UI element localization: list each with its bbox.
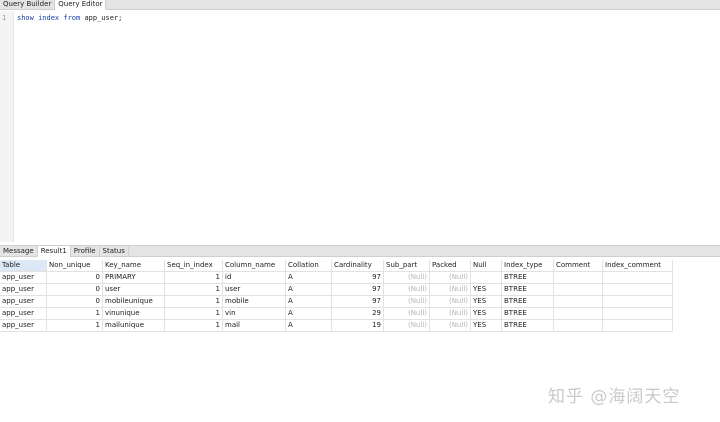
cell-table[interactable]: app_user — [0, 296, 47, 308]
cell-index_comment[interactable] — [603, 284, 673, 296]
cell-seq_in_index[interactable]: 1 — [165, 284, 223, 296]
column-header-comment[interactable]: Comment — [554, 260, 603, 272]
cell-sub_part[interactable]: (Null) — [384, 284, 430, 296]
column-header-index_comment[interactable]: Index_comment — [603, 260, 673, 272]
cell-packed[interactable]: (Null) — [430, 308, 471, 320]
sql-text: app_user; — [80, 14, 123, 22]
cell-index_type[interactable]: BTREE — [502, 284, 554, 296]
tab-query-editor[interactable]: Query Editor — [55, 0, 107, 10]
cell-column_name[interactable]: user — [223, 284, 286, 296]
cell-key_name[interactable]: mailunique — [103, 320, 165, 332]
column-header-packed[interactable]: Packed — [430, 260, 471, 272]
tab-profile[interactable]: Profile — [71, 246, 100, 257]
cell-non_unique[interactable]: 1 — [47, 320, 103, 332]
cell-comment[interactable] — [554, 272, 603, 284]
cell-collation[interactable]: A — [286, 272, 332, 284]
cell-non_unique[interactable]: 0 — [47, 284, 103, 296]
cell-key_name[interactable]: PRIMARY — [103, 272, 165, 284]
cell-comment[interactable] — [554, 320, 603, 332]
sql-keyword: show — [17, 14, 34, 22]
column-header-non_unique[interactable]: Non_unique — [47, 260, 103, 272]
cell-index_comment[interactable] — [603, 272, 673, 284]
cell-null[interactable]: YES — [471, 320, 502, 332]
editor-tab-bar: Query Builder Query Editor — [0, 0, 720, 10]
cell-column_name[interactable]: mail — [223, 320, 286, 332]
cell-non_unique[interactable]: 0 — [47, 296, 103, 308]
cell-cardinality[interactable]: 29 — [332, 308, 384, 320]
query-editor[interactable]: 1 show index from app_user; — [0, 11, 720, 242]
result-tab-bar: Message Result1 Profile Status — [0, 245, 720, 257]
column-header-column_name[interactable]: Column_name — [223, 260, 286, 272]
column-header-cardinality[interactable]: Cardinality — [332, 260, 384, 272]
cell-collation[interactable]: A — [286, 284, 332, 296]
cell-cardinality[interactable]: 97 — [332, 272, 384, 284]
column-header-sub_part[interactable]: Sub_part — [384, 260, 430, 272]
cell-packed[interactable]: (Null) — [430, 284, 471, 296]
cell-column_name[interactable]: vin — [223, 308, 286, 320]
cell-key_name[interactable]: mobileunique — [103, 296, 165, 308]
tab-result1[interactable]: Result1 — [37, 246, 71, 257]
cell-null[interactable] — [471, 272, 502, 284]
cell-table[interactable]: app_user — [0, 272, 47, 284]
cell-collation[interactable]: A — [286, 320, 332, 332]
cell-packed[interactable]: (Null) — [430, 296, 471, 308]
cell-null[interactable]: YES — [471, 308, 502, 320]
sql-code-line[interactable]: show index from app_user; — [17, 14, 122, 22]
cell-column_name[interactable]: mobile — [223, 296, 286, 308]
cell-collation[interactable]: A — [286, 308, 332, 320]
tab-query-builder[interactable]: Query Builder — [0, 0, 56, 10]
watermark: 知乎 @海阔天空 — [548, 387, 681, 407]
column-header-table[interactable]: Table — [0, 260, 47, 272]
cell-index_type[interactable]: BTREE — [502, 296, 554, 308]
cell-sub_part[interactable]: (Null) — [384, 296, 430, 308]
cell-sub_part[interactable]: (Null) — [384, 308, 430, 320]
cell-cardinality[interactable]: 19 — [332, 320, 384, 332]
cell-comment[interactable] — [554, 284, 603, 296]
cell-table[interactable]: app_user — [0, 308, 47, 320]
tab-status[interactable]: Status — [100, 246, 129, 257]
column-header-seq_in_index[interactable]: Seq_in_index — [165, 260, 223, 272]
cell-key_name[interactable]: user — [103, 284, 165, 296]
cell-comment[interactable] — [554, 308, 603, 320]
sql-keyword: from — [63, 14, 81, 22]
cell-column_name[interactable]: id — [223, 272, 286, 284]
column-header-key_name[interactable]: Key_name — [103, 260, 165, 272]
cell-comment[interactable] — [554, 296, 603, 308]
line-number: 1 — [2, 14, 7, 22]
cell-table[interactable]: app_user — [0, 284, 47, 296]
cell-seq_in_index[interactable]: 1 — [165, 296, 223, 308]
cell-null[interactable]: YES — [471, 284, 502, 296]
cell-non_unique[interactable]: 1 — [47, 308, 103, 320]
cell-index_comment[interactable] — [603, 320, 673, 332]
cell-null[interactable]: YES — [471, 296, 502, 308]
tab-message[interactable]: Message — [0, 246, 38, 257]
cell-sub_part[interactable]: (Null) — [384, 272, 430, 284]
cell-index_type[interactable]: BTREE — [502, 320, 554, 332]
line-gutter: 1 — [0, 11, 14, 242]
cell-index_type[interactable]: BTREE — [502, 272, 554, 284]
cell-index_comment[interactable] — [603, 296, 673, 308]
cell-sub_part[interactable]: (Null) — [384, 320, 430, 332]
cell-cardinality[interactable]: 97 — [332, 296, 384, 308]
cell-index_comment[interactable] — [603, 308, 673, 320]
cell-table[interactable]: app_user — [0, 320, 47, 332]
cell-packed[interactable]: (Null) — [430, 272, 471, 284]
cell-key_name[interactable]: vinunique — [103, 308, 165, 320]
cell-non_unique[interactable]: 0 — [47, 272, 103, 284]
sql-keyword: index — [38, 14, 60, 22]
cell-seq_in_index[interactable]: 1 — [165, 320, 223, 332]
cell-seq_in_index[interactable]: 1 — [165, 272, 223, 284]
cell-index_type[interactable]: BTREE — [502, 308, 554, 320]
column-header-index_type[interactable]: Index_type — [502, 260, 554, 272]
cell-packed[interactable]: (Null) — [430, 320, 471, 332]
cell-seq_in_index[interactable]: 1 — [165, 308, 223, 320]
column-header-null[interactable]: Null — [471, 260, 502, 272]
cell-collation[interactable]: A — [286, 296, 332, 308]
cell-cardinality[interactable]: 97 — [332, 284, 384, 296]
column-header-collation[interactable]: Collation — [286, 260, 332, 272]
